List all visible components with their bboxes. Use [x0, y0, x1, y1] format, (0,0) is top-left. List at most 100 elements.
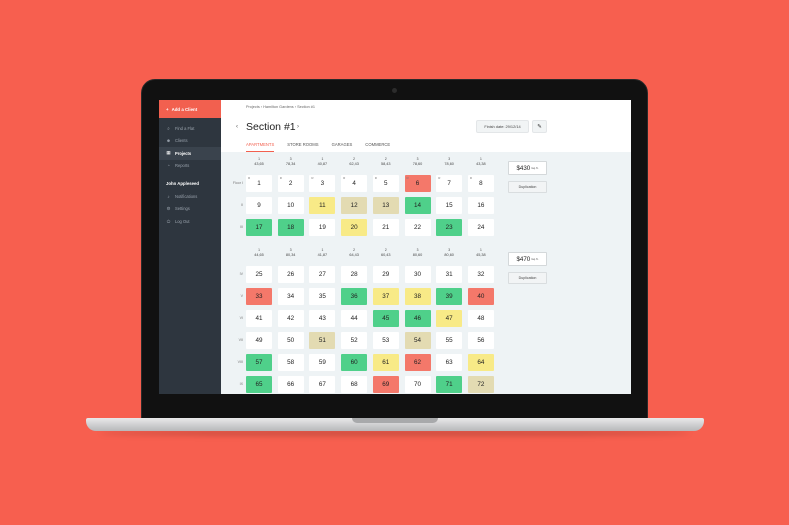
apartment-cell[interactable]: 41 — [246, 310, 272, 327]
price-per-sqft[interactable]: $430/sq.ft. — [508, 161, 547, 175]
apartment-cell[interactable]: 5R — [372, 175, 399, 192]
apartment-cell[interactable]: 67 — [309, 376, 336, 393]
edit-button[interactable]: ✎ — [532, 120, 547, 133]
room-count: 3 — [289, 157, 292, 161]
apartment-cell[interactable]: 37 — [372, 288, 399, 305]
sidebar-item-reports[interactable]: ◔ Reports — [159, 160, 221, 173]
tab-store-rooms[interactable]: STORE ROOMS — [287, 142, 318, 152]
apartment-cell[interactable]: 21 — [372, 219, 399, 236]
apartment-cell[interactable]: 26 — [277, 266, 304, 283]
apartment-cell[interactable]: 50 — [277, 332, 304, 349]
apartment-cell[interactable]: 54 — [404, 332, 431, 349]
apartment-cell[interactable]: 35 — [309, 288, 336, 305]
sidebar-item-log-out[interactable]: ⏻ Log Out — [159, 215, 221, 228]
apartment-cell[interactable]: 13 — [372, 197, 399, 214]
apartment-cell[interactable]: 48 — [467, 310, 494, 327]
apartment-cell[interactable]: 25 — [246, 266, 272, 283]
apartment-cell[interactable]: 51 — [309, 332, 336, 349]
apartment-cell[interactable]: 49 — [246, 332, 272, 349]
apartment-cell[interactable]: 20 — [341, 219, 368, 236]
apartment-cell[interactable]: 36 — [341, 288, 368, 305]
apartment-cell[interactable]: 12 — [341, 197, 368, 214]
apartment-cell[interactable]: 60 — [341, 354, 368, 371]
apartment-cell[interactable]: 10 — [277, 197, 304, 214]
sidebar-item-find-a-flat[interactable]: ⌕ Find a Flat — [159, 122, 221, 135]
apartment-cell[interactable]: 57 — [246, 354, 272, 371]
apartment-cell[interactable]: 29 — [372, 266, 399, 283]
apartment-cell[interactable]: 42 — [277, 310, 304, 327]
apartment-cell[interactable]: 68 — [341, 376, 368, 393]
apartment-cell[interactable]: 56 — [467, 332, 494, 349]
apartment-cell[interactable]: 28 — [341, 266, 368, 283]
duplication-button[interactable]: Duplication — [508, 181, 547, 193]
price-per-sqft[interactable]: $470/sq.ft. — [508, 252, 547, 266]
apartment-cell[interactable]: 58 — [277, 354, 304, 371]
apartment-cell[interactable]: 59 — [309, 354, 336, 371]
apartment-cell[interactable]: 65 — [246, 376, 272, 393]
apartment-cell[interactable]: 47 — [436, 310, 463, 327]
apartment-cell[interactable]: 61 — [372, 354, 399, 371]
column-header: 1 45,38 — [470, 248, 492, 257]
apartment-cell[interactable]: 31 — [436, 266, 463, 283]
apartment-cell[interactable]: 3R — [309, 175, 336, 192]
chevron-left-icon[interactable]: ‹ — [236, 124, 238, 130]
add-client-button[interactable]: + Add a Client — [159, 100, 221, 118]
apartment-cell[interactable]: 8R — [467, 175, 494, 192]
apartment-cell[interactable]: 46 — [404, 310, 431, 327]
apartment-cell[interactable]: 16 — [467, 197, 494, 214]
apartment-cell[interactable]: 43 — [309, 310, 336, 327]
apartment-cell[interactable]: 22 — [404, 219, 431, 236]
apartment-cell[interactable]: 15 — [436, 197, 463, 214]
apartment-cell[interactable]: 32 — [467, 266, 494, 283]
apartment-cell[interactable]: 44 — [341, 310, 368, 327]
sidebar-item-notifications[interactable]: ♪ Notifications — [159, 190, 221, 203]
apartment-cell[interactable]: 62 — [404, 354, 431, 371]
apartment-area: 41,87 — [317, 253, 328, 257]
sidebar-item-projects[interactable]: ▦ Projects — [159, 147, 221, 160]
apartment-cell[interactable]: 14 — [404, 197, 431, 214]
apartment-cell[interactable]: 30 — [404, 266, 431, 283]
cell-corner-mark: R — [469, 176, 473, 180]
apartment-cell[interactable]: 33 — [246, 288, 272, 305]
apartment-cell[interactable]: 1R — [246, 175, 272, 192]
duplication-button[interactable]: Duplication — [508, 272, 547, 284]
apartment-cell[interactable]: 19 — [309, 219, 336, 236]
apartment-cell[interactable]: 63 — [436, 354, 463, 371]
apartment-cell[interactable]: 53 — [372, 332, 399, 349]
tab-garages[interactable]: GARAGES — [332, 142, 353, 152]
apartment-cell[interactable]: 18 — [277, 219, 304, 236]
apartment-cell[interactable]: 27 — [309, 266, 336, 283]
apartment-cell[interactable]: 69 — [372, 376, 399, 393]
apartment-cell[interactable]: 9 — [246, 197, 272, 214]
apartment-cell[interactable]: 70 — [404, 376, 431, 393]
apartment-cell[interactable]: 11 — [309, 197, 336, 214]
apartment-cell[interactable]: 38 — [404, 288, 431, 305]
sidebar-item-clients[interactable]: ☻ Clients — [159, 135, 221, 148]
apartment-cell[interactable]: 34 — [277, 288, 304, 305]
apartment-cell[interactable]: 71 — [436, 376, 463, 393]
apartment-cell[interactable]: 39 — [436, 288, 463, 305]
sidebar-item-settings[interactable]: ⚙ Settings — [159, 203, 221, 216]
apartment-cell[interactable]: 40 — [467, 288, 494, 305]
breadcrumb[interactable]: Projects › Hamilton Gardens › Section #1 — [246, 105, 315, 109]
apartment-cell[interactable]: 72 — [467, 376, 494, 393]
apartment-cell[interactable]: 23 — [436, 219, 463, 236]
apartment-cell[interactable]: 24 — [467, 219, 494, 236]
chevron-right-icon[interactable]: › — [297, 124, 299, 130]
apartment-cell[interactable]: 7R — [436, 175, 463, 192]
apartment-cell[interactable]: 55 — [436, 332, 463, 349]
apartment-cell[interactable]: 52 — [341, 332, 368, 349]
column-header: 3 78,34 — [280, 157, 302, 166]
apartment-cell[interactable]: 66 — [277, 376, 304, 393]
apartment-cell[interactable]: 45 — [372, 310, 399, 327]
apartment-cell[interactable]: 64 — [467, 354, 494, 371]
column-header: 2 60,43 — [375, 248, 397, 257]
apartment-cell[interactable]: 6R — [404, 175, 431, 192]
tab-apartments[interactable]: APARTMENTS — [246, 142, 275, 152]
apartment-cell[interactable]: 17 — [246, 219, 272, 236]
apartment-cell[interactable]: 4R — [341, 175, 368, 192]
tab-commerce[interactable]: COMMERCE — [365, 142, 390, 152]
apartment-area: 80,60 — [412, 253, 423, 257]
apartment-cell[interactable]: 2R — [277, 175, 304, 192]
column-header: 3 80,60 — [407, 248, 429, 257]
